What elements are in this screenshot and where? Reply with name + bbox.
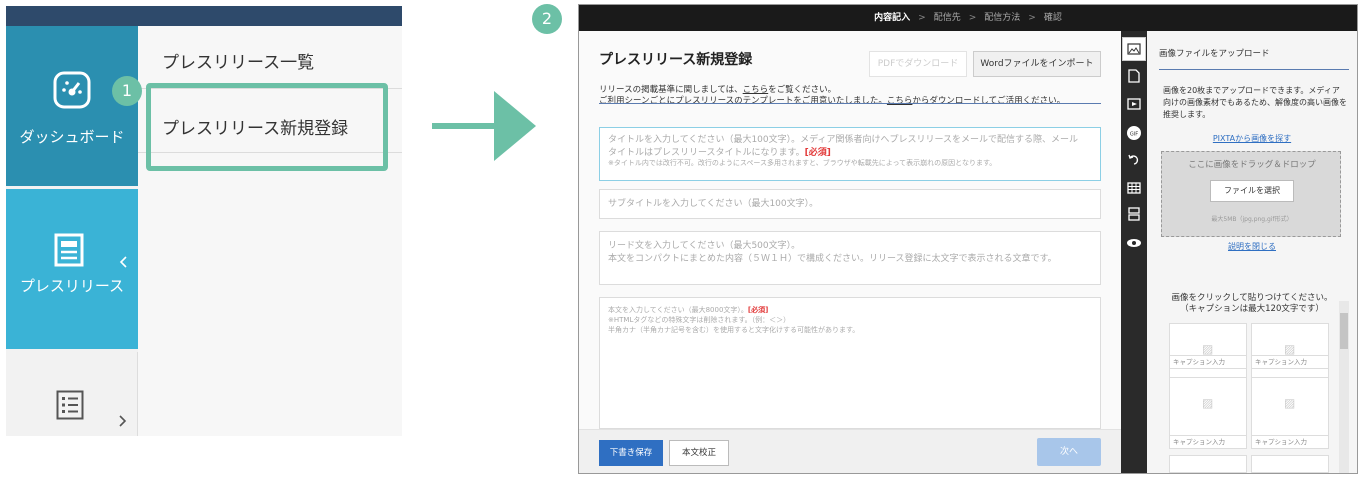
image-placeholder-icon: ▨ [1284,396,1296,410]
close-description-link[interactable]: 説明を閉じる [1147,241,1357,252]
editor-screenshot: 内容記入 > 配信先 > 配信方法 > 確認 プレスリリース新規登録 PDFでダウンロード … [578,4,1358,474]
image-dropzone[interactable]: ここに画像をドラッグ＆ドロップ ファイルを選択 最大5MB（jpg,png,gi… [1161,151,1341,237]
nav-press-release[interactable]: プレスリリース [6,189,138,349]
newspaper-icon [54,233,84,267]
paste-instruction: 画像をクリックして貼りつけてください。 （キャプションは最大120文字です） [1147,293,1357,316]
subtitle-input[interactable]: サブタイトルを入力してください（最大100文字）。 [599,189,1101,219]
caption-input[interactable]: キャプション入力 [1251,355,1329,369]
note-text: からダウンロードしてご活用ください。 [912,96,1066,106]
arrow-right-icon [494,91,536,161]
divider [599,103,1101,104]
image-thumbnail[interactable]: ▨ [1251,377,1329,437]
list-icon [56,390,84,420]
chevron-left-icon [119,256,127,268]
template-link[interactable]: こちら [887,96,913,106]
arrow-shaft [432,123,496,129]
next-button[interactable]: 次へ [1037,438,1101,466]
step-separator: > [1028,13,1036,23]
cms-side-navigation: ダッシュボード プレスリリース プレスリリース一覧 プレスリリース新規登録 [6,6,402,436]
image-panel-title: 画像ファイルをアップロード [1159,49,1270,59]
image-thumbnail[interactable]: ▨ [1169,323,1247,383]
nav-dashboard-label: ダッシュボード [19,128,125,146]
form-title: プレスリリース新規登録 [599,52,753,68]
image-upload-panel: 画像ファイルをアップロード 画像を20枚までアップロードできます。メディア向けの… [1147,31,1357,473]
chevron-right-icon [119,415,127,427]
required-mark: [必須] [804,147,831,158]
choose-file-button[interactable]: ファイルを選択 [1210,180,1294,202]
table-icon[interactable] [1125,181,1143,199]
image-panel-description: 画像を20枚までアップロードできます。メディア向けの画像素材でもあるため、解像度… [1163,86,1347,119]
image-thumbnail[interactable]: ▨ [1169,377,1247,437]
quote-icon[interactable] [1125,207,1143,225]
image-thumbnail[interactable]: ▨ [1251,323,1329,383]
caption-input[interactable]: キャプション入力 [1169,355,1247,369]
note-text: ご利用シーンごとにプレスリリースのテンプレートをご用意いたしました。 [599,96,887,106]
body-placeholder-line: ※HTMLタグなどの特殊文字は削除されます。（例：＜＞） [608,315,791,324]
document-icon[interactable] [1125,69,1143,87]
image-placeholder-icon: ▨ [1202,342,1214,356]
step-method: 配信方法 [984,13,1021,23]
gif-icon[interactable]: GIF [1125,125,1143,143]
title-placeholder-line: タイトルを入力してください（最大100文字）。メディア関係者向けへプレスリリース… [608,135,1079,145]
image-placeholder-icon: ▨ [1202,396,1214,410]
nav-press-release-label: プレスリリース [19,277,125,295]
template-note: ご利用シーンごとにプレスリリースのテンプレートをご用意いたしました。こちらからダ… [599,94,1065,106]
highlight-box [146,83,388,171]
proofread-button[interactable]: 本文校正 [669,440,729,466]
release-form: プレスリリース新規登録 PDFでダウンロード Wordファイルをインポート リリ… [579,31,1121,473]
save-draft-button[interactable]: 下書き保存 [599,440,663,466]
dashboard-gauge-icon [53,71,91,109]
caption-input[interactable]: キャプション入力 [1169,435,1247,449]
divider [1159,69,1349,70]
body-input[interactable]: 本文を入力してください（最大8000文字）。[必須] ※HTMLタグなどの特殊文… [599,297,1101,429]
image-thumbnail[interactable] [1169,455,1247,473]
scrollbar-thumb[interactable] [1340,313,1348,349]
required-mark: [必須] [747,306,769,314]
image-placeholder-icon: ▨ [1284,342,1296,356]
step-destination: 配信先 [933,13,961,23]
step-separator: > [918,13,926,23]
image-icon[interactable] [1122,37,1146,61]
body-placeholder-line: 半角カナ（半角カナ記号を含む）を使用すると文字化けする可能性があります。 [608,325,860,334]
top-bar [6,6,402,26]
title-input[interactable]: タイトルを入力してください（最大100文字）。メディア関係者向けへプレスリリース… [599,127,1101,181]
lead-placeholder-line: 本文をコンパクトにまとめた内容（５Ｗ１Ｈ）で構成ください。リリース登録に太文字で… [608,253,1057,264]
step-content: 内容記入 [874,13,911,23]
embed-icon[interactable] [1125,153,1143,171]
nav-dashboard[interactable]: ダッシュボード [6,26,138,186]
file-size-note: 最大5MB（jpg,png,gif形式） [1211,216,1293,223]
nav-list[interactable] [6,352,138,436]
step-separator: > [968,13,977,23]
instruction-line: （キャプションは最大120文字です） [1180,304,1324,315]
caption-input[interactable]: キャプション入力 [1251,435,1329,449]
pdf-download-button[interactable]: PDFでダウンロード [869,51,967,77]
submenu-item-list[interactable]: プレスリリース一覧 [162,48,314,73]
pixta-link[interactable]: PIXTAから画像を探す [1147,133,1357,144]
preview-icon[interactable] [1125,235,1143,253]
svg-text:GIF: GIF [1130,132,1138,138]
thumbnail-scrollbar[interactable] [1339,301,1349,473]
body-placeholder-line: 本文を入力してください（最大8000文字）。 [608,306,748,314]
title-placeholder-line: タイトルはプレスリリースタイトルになります。 [608,147,805,158]
step-badge-2: 2 [532,4,562,34]
step-badge-1: 1 [112,76,142,106]
video-icon[interactable] [1125,97,1143,115]
instruction-line: 画像をクリックして貼りつけてください。 [1171,293,1333,303]
word-import-button[interactable]: Wordファイルをインポート [973,51,1101,77]
tool-strip: GIF [1121,31,1147,473]
dropzone-text: ここに画像をドラッグ＆ドロップ [1188,160,1316,170]
image-thumbnail[interactable] [1251,455,1329,473]
lead-input[interactable]: リード文を入力してください（最大500文字）。 本文をコンパクトにまとめた内容（… [599,231,1101,285]
step-progress-bar: 内容記入 > 配信先 > 配信方法 > 確認 [579,5,1357,31]
title-note: ※タイトル内では改行不可。改行のようにスペース多用されますと、ブラウザや転載先に… [608,159,997,168]
form-footer: 下書き保存 本文校正 次へ [579,429,1121,473]
lead-placeholder-line: リード文を入力してください（最大500文字）。 [608,241,801,251]
step-confirm: 確認 [1043,13,1062,23]
